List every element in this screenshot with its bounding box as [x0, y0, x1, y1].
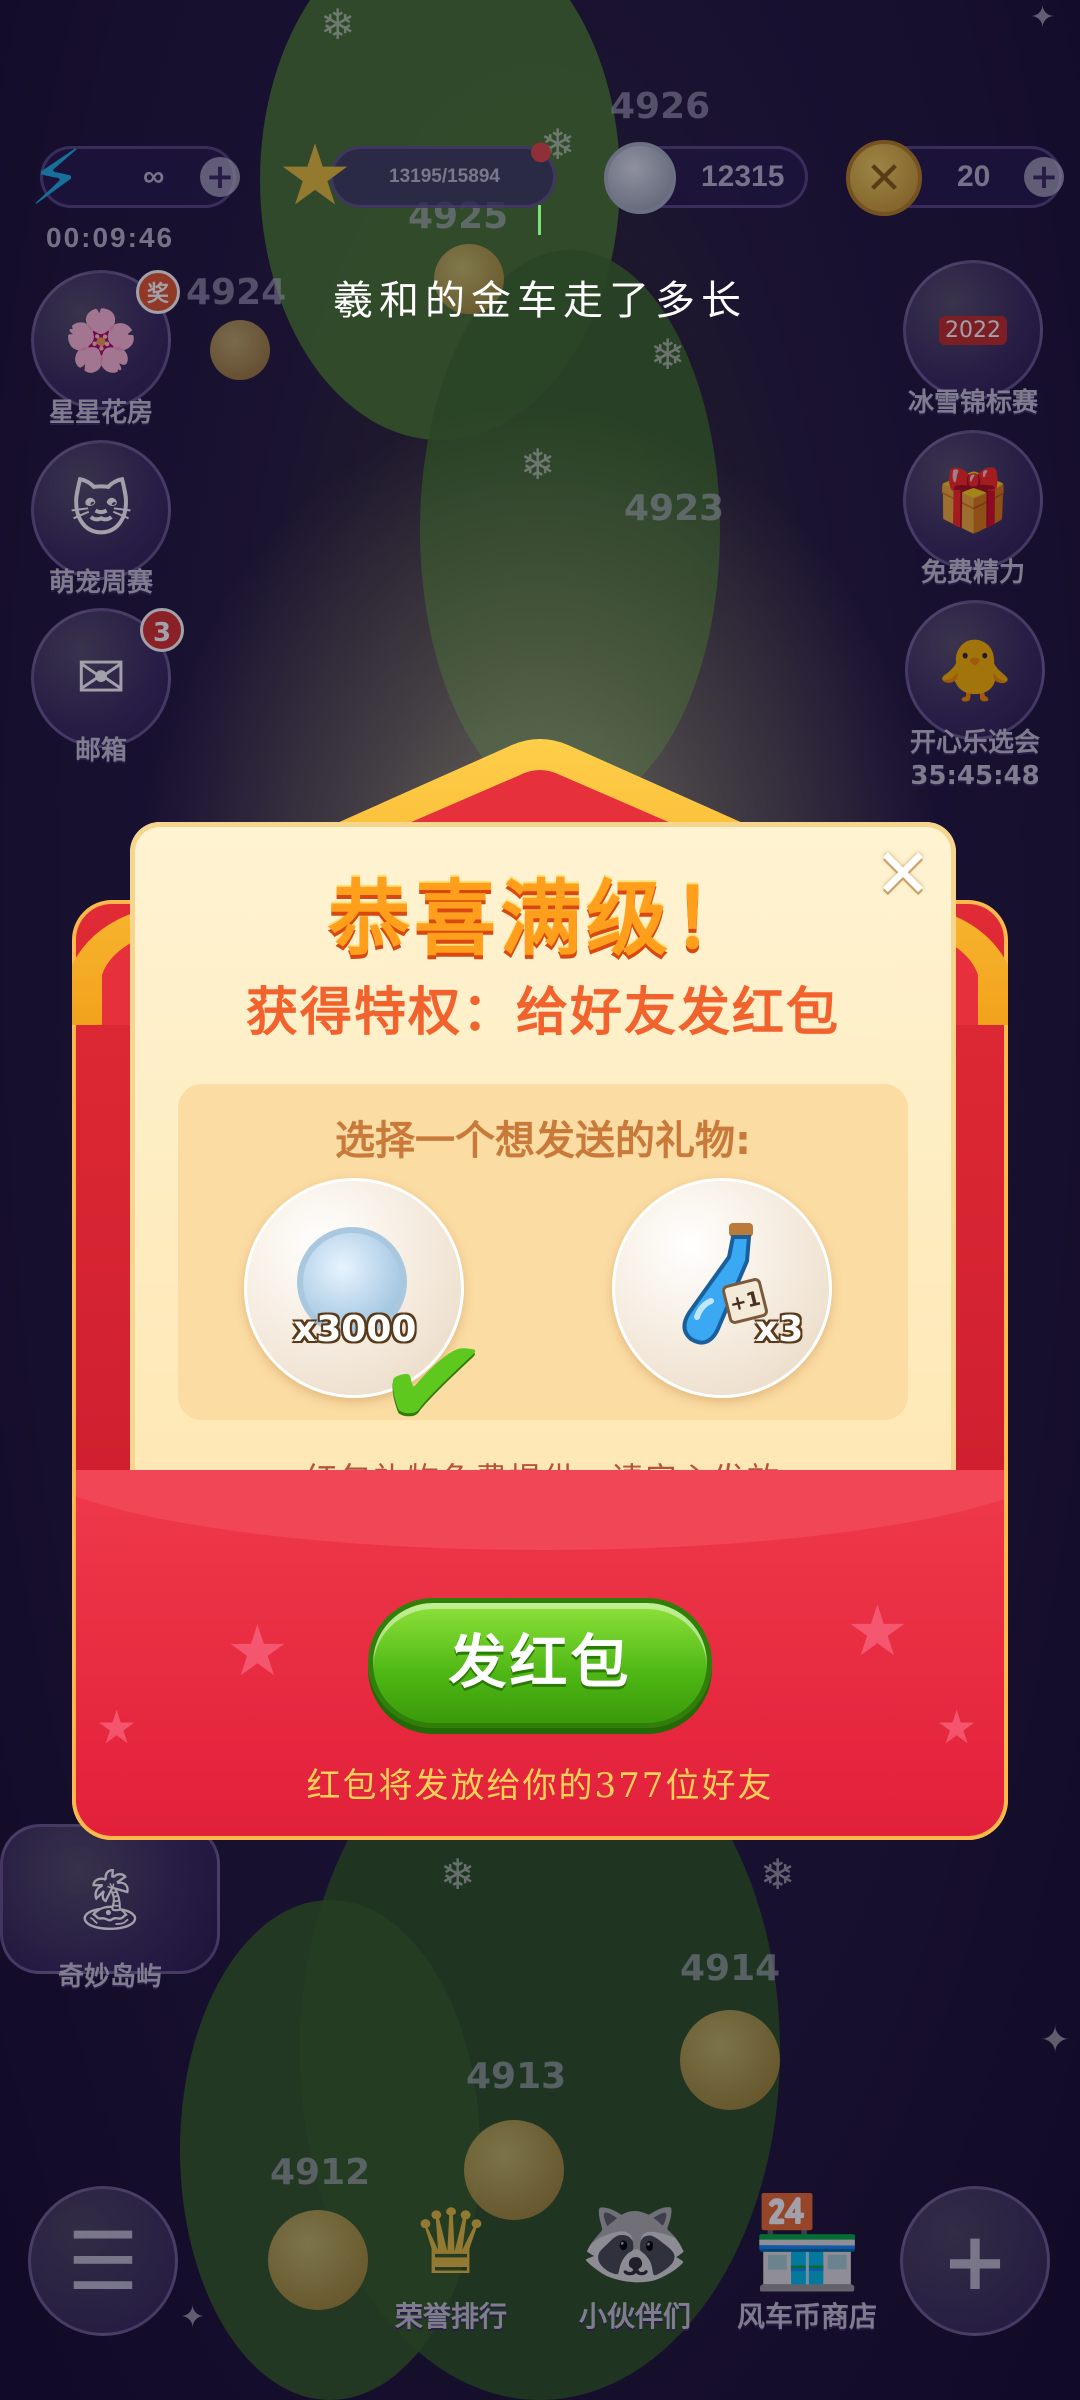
- overlay-caption: 羲和的金车走了多长: [333, 278, 747, 324]
- close-icon: ✕: [874, 835, 932, 914]
- star-decoration-icon: ★: [846, 1590, 909, 1672]
- gift-quantity: x3: [755, 1309, 804, 1350]
- selected-check-icon: ✔: [370, 1300, 495, 1464]
- send-recipients-note: 红包将发放给你的377位好友: [306, 1766, 774, 1806]
- level-up-dialog: 恭喜满级！ ✕ 获得特权：给好友发红包 选择一个想发送的礼物: x3000 ✔ …: [130, 822, 956, 1582]
- star-decoration-icon: ★: [936, 1700, 978, 1754]
- close-button[interactable]: ✕: [868, 840, 938, 910]
- gift-prompt: 选择一个想发送的礼物:: [335, 1118, 751, 1164]
- star-decoration-icon: ★: [96, 1700, 138, 1754]
- dialog-subtitle: 获得特权：给好友发红包: [245, 983, 840, 1043]
- gift-selection-panel: 选择一个想发送的礼物: x3000 ✔ +1 x3: [178, 1084, 908, 1463]
- text-cursor: [538, 205, 541, 235]
- dialog-title: 恭喜满级！: [327, 872, 758, 967]
- gift-option-potion[interactable]: +1 x3: [612, 1178, 832, 1398]
- send-red-packet-button[interactable]: 发红包: [368, 1598, 712, 1728]
- star-decoration-icon: ★: [226, 1610, 289, 1692]
